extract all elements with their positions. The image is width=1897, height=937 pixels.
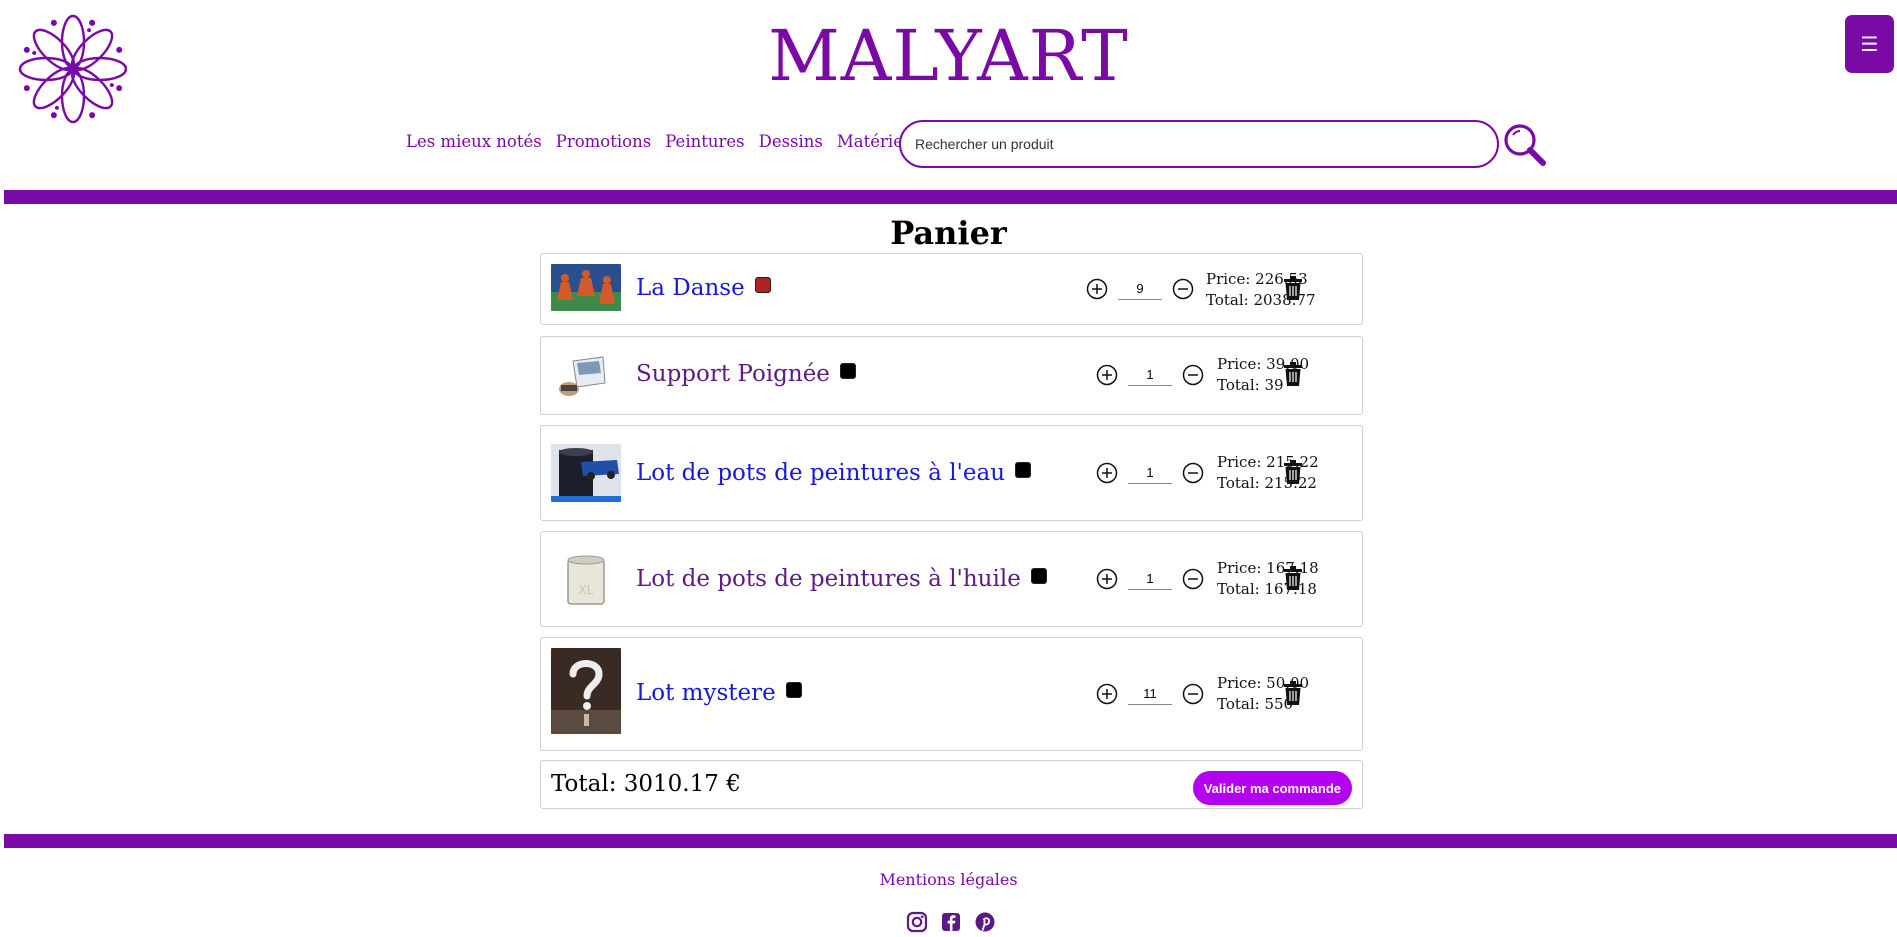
quantity-stepper [1096,683,1204,705]
trash-icon[interactable] [1283,681,1303,705]
nav-link-drawings[interactable]: Dessins [759,132,823,151]
unit-price: Price: 215.22 [1217,453,1319,471]
cart-grand-total: Total: 3010.17 € [551,771,741,797]
product-image-lot-eau[interactable] [551,444,621,502]
nav-link-top-rated[interactable]: Les mieux notés [406,132,542,151]
quantity-stepper [1086,278,1194,300]
line-total: Total: 167.18 [1217,580,1317,598]
cart-total-box: Total: 3010.17 € Valider ma commande [540,760,1363,809]
cart-item: XL Lot de pots de peintures à l'huile Pr… [540,531,1363,627]
color-swatch [754,277,771,293]
price-block: Price: 167.18 Total: 167.18 [1217,558,1319,600]
pinterest-icon[interactable] [974,911,998,932]
instagram-icon[interactable] [906,911,930,933]
product-name-link[interactable]: Lot de pots de peintures à l'eau [636,458,1032,488]
minus-circle-icon[interactable] [1182,462,1204,484]
product-name: Support Poignée [636,361,830,387]
quantity-input[interactable] [1118,278,1162,300]
product-name: Lot mystere [636,680,776,706]
plus-circle-icon[interactable] [1096,364,1118,386]
product-image-lot-mystere[interactable] [551,648,621,734]
nav-link-promotions[interactable]: Promotions [556,132,651,151]
brand-title: MALYART [768,15,1129,97]
search-input[interactable] [899,120,1499,168]
cart-item: Lot de pots de peintures à l'eau Price: … [540,425,1363,521]
search-button[interactable] [1503,123,1547,167]
footer-divider [4,834,1897,848]
product-name-link[interactable]: Lot mystere [636,678,802,708]
trash-icon[interactable] [1283,276,1303,300]
quantity-stepper [1096,568,1204,590]
quantity-input[interactable] [1128,462,1172,484]
facebook-icon[interactable] [940,911,964,932]
trash-icon[interactable] [1283,566,1303,590]
search-icon [1504,124,1546,166]
minus-circle-icon[interactable] [1182,683,1204,705]
color-swatch [1015,462,1032,478]
legal-notice-link[interactable]: Mentions légales [0,870,1897,889]
menu-button[interactable]: ☰ [1845,15,1894,73]
quantity-input[interactable] [1128,364,1172,386]
quantity-stepper [1096,462,1204,484]
hamburger-icon: ☰ [1860,32,1879,56]
product-name: Lot de pots de peintures à l'huile [636,566,1021,592]
trash-icon[interactable] [1283,362,1303,386]
validate-order-button[interactable]: Valider ma commande [1192,771,1352,805]
svg-text:XL: XL [579,583,594,597]
price-block: Price: 215.22 Total: 215.22 [1217,452,1319,494]
plus-circle-icon[interactable] [1096,462,1118,484]
product-name-link[interactable]: Support Poignée [636,359,856,389]
minus-circle-icon[interactable] [1182,568,1204,590]
cart-item: Support Poignée Price: 39.00 Total: 39 [540,336,1363,415]
plus-circle-icon[interactable] [1096,568,1118,590]
product-name-link[interactable]: La Danse [636,273,771,303]
quantity-input[interactable] [1128,568,1172,590]
color-swatch [839,363,856,379]
product-image-support-poignee[interactable] [551,349,621,404]
nav-link-paintings[interactable]: Peintures [665,132,744,151]
color-swatch [785,682,802,698]
plus-circle-icon[interactable] [1086,278,1108,300]
product-image-lot-huile[interactable]: XL [551,550,621,608]
quantity-input[interactable] [1128,683,1172,705]
color-swatch [1030,568,1047,584]
product-name: Lot de pots de peintures à l'eau [636,460,1006,486]
minus-circle-icon[interactable] [1182,364,1204,386]
plus-circle-icon[interactable] [1096,683,1118,705]
trash-icon[interactable] [1283,460,1303,484]
line-total: Total: 215.22 [1217,474,1317,492]
quantity-stepper [1096,364,1204,386]
main-nav: Les mieux notés Promotions Peintures Des… [406,132,961,151]
minus-circle-icon[interactable] [1172,278,1194,300]
social-links [906,911,998,933]
page-title: Panier [890,214,1007,252]
product-name: La Danse [636,275,745,301]
unit-price: Price: 167.18 [1217,559,1319,577]
cart-item: La Danse Price: 226.53 Total: 2038.77 [540,253,1363,325]
header-divider [4,190,1897,204]
product-name-link[interactable]: Lot de pots de peintures à l'huile [636,564,1047,594]
cart-item: Lot mystere Price: 50.00 Total: 550 [540,637,1363,751]
product-image-la-danse[interactable] [551,264,621,311]
